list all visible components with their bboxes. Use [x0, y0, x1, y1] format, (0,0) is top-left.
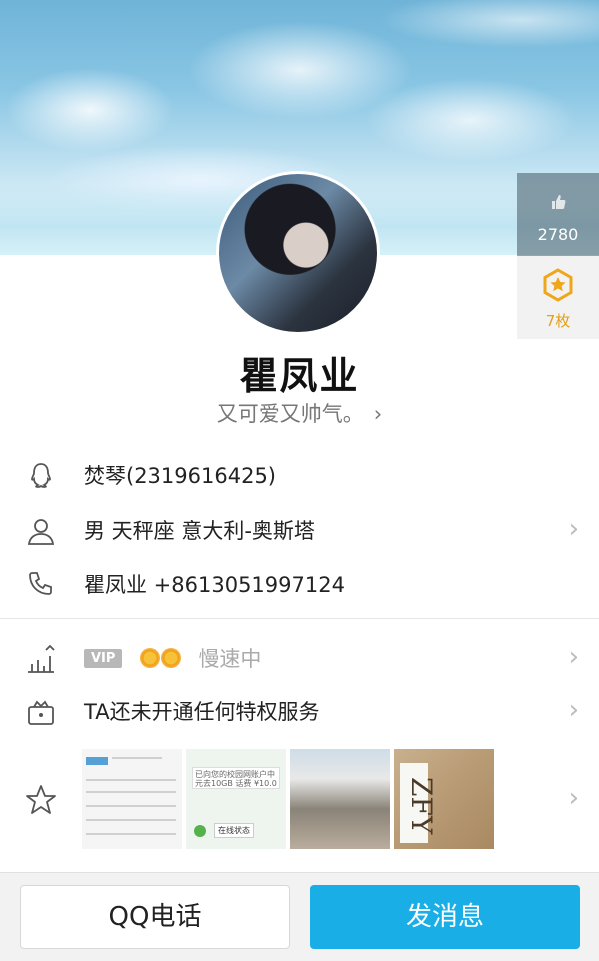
vip-status: 慢速中 — [198, 647, 262, 671]
avatar[interactable] — [216, 171, 380, 335]
likes-panel[interactable]: 2780 — [517, 173, 599, 256]
star-icon — [24, 783, 58, 817]
thumb-up-icon — [517, 195, 599, 213]
phone-row[interactable]: 瞿凤业 +8613051997124 — [0, 556, 599, 612]
sun-icon — [140, 648, 161, 668]
vip-badge: VIP — [84, 648, 123, 668]
chevron-right-icon: › — [568, 695, 579, 725]
chevron-right-icon: › — [568, 514, 579, 544]
phone-icon — [24, 568, 58, 602]
qq-account-text: 焚琴(2319616425) — [84, 464, 276, 488]
person-icon — [24, 514, 58, 548]
privilege-row[interactable]: TA还未开通任何特权服务 › — [0, 683, 599, 739]
signature-row[interactable]: 又可爱又帅气。 › — [0, 398, 599, 428]
chevron-right-icon: › — [568, 783, 579, 813]
divider — [0, 618, 599, 619]
photo-thumbnail[interactable] — [290, 749, 390, 849]
app-icon — [194, 825, 206, 837]
signature-text: 又可爱又帅气。 — [216, 402, 364, 426]
photo-thumbnail[interactable]: 已向您的校园网账户中 元去10GB 话费 ¥10.0 在线状态 — [186, 749, 286, 849]
privilege-text: TA还未开通任何特权服务 — [84, 700, 320, 724]
medal-panel[interactable]: 7枚 — [517, 256, 599, 339]
photo-tag: 在线状态 — [214, 823, 254, 838]
personal-info-row[interactable]: 男 天秤座 意大利-奥斯塔 › — [0, 502, 599, 558]
medal-count: 7枚 — [545, 312, 571, 330]
photo-caption: 已向您的校园网账户中 元去10GB 话费 ¥10.0 — [192, 767, 280, 789]
qq-call-button[interactable]: QQ电话 — [20, 885, 290, 949]
photo-thumbnail[interactable] — [82, 749, 182, 849]
send-message-button[interactable]: 发消息 — [310, 885, 580, 949]
profile-name: 瞿凤业 — [239, 354, 360, 398]
photo-thumbnail[interactable]: ZFY — [394, 749, 494, 849]
photo-strip[interactable]: 已向您的校园网账户中 元去10GB 话费 ¥10.0 在线状态 ZFY — [82, 749, 494, 849]
penguin-icon — [24, 459, 58, 493]
chevron-right-icon: › — [373, 402, 383, 426]
vip-row[interactable]: VIP 慢速中 › — [0, 630, 599, 686]
phone-text: 瞿凤业 +8613051997124 — [84, 573, 345, 597]
personal-info-text: 男 天秤座 意大利-奥斯塔 — [84, 519, 315, 543]
sun-icon — [161, 648, 182, 668]
crown-box-icon — [24, 695, 58, 729]
vip-info: VIP 慢速中 — [84, 643, 261, 673]
photo-writing: ZFY — [405, 777, 438, 835]
bottom-action-bar: QQ电话 发消息 — [0, 872, 599, 961]
chevron-right-icon: › — [568, 642, 579, 672]
qq-account-row[interactable]: 焚琴(2319616425) — [0, 447, 599, 503]
likes-count: 2780 — [537, 225, 579, 244]
level-icon — [24, 642, 58, 676]
medal-icon — [541, 268, 575, 302]
